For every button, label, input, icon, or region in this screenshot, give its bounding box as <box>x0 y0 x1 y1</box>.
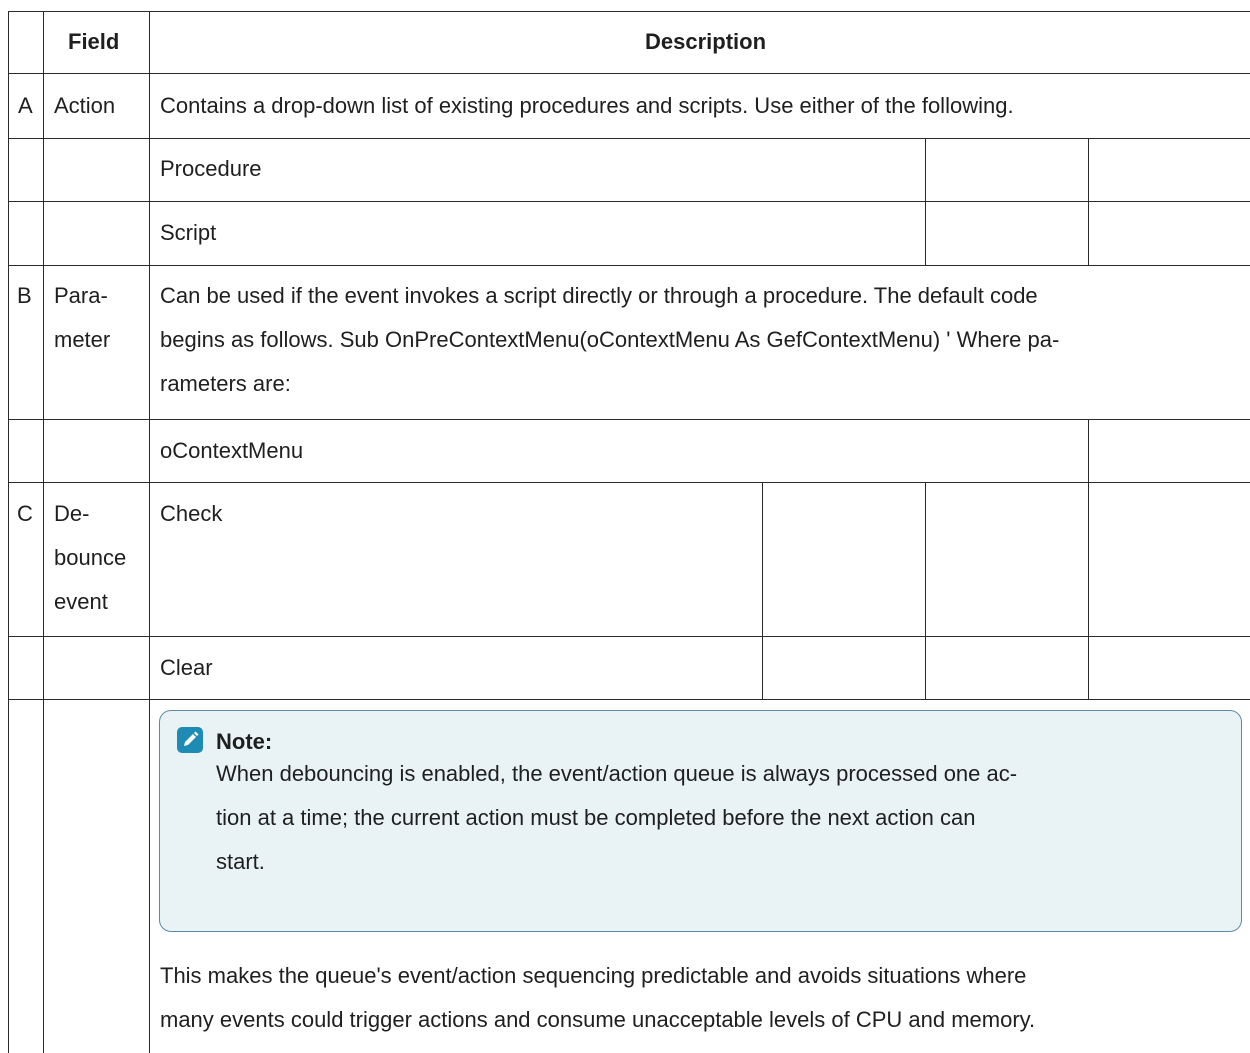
field-debounce-line1: De- <box>54 501 90 526</box>
field-debounce-line3: event <box>54 589 108 614</box>
procedure-option: Procedure <box>160 156 262 181</box>
field-debounce-line2: bounce <box>54 545 127 570</box>
description-column-header: Description <box>645 29 767 54</box>
note-body-line3: start. <box>216 849 265 874</box>
pencil-icon <box>177 727 203 753</box>
row-letter-c: C <box>17 501 33 526</box>
action-description: Contains a drop-down list of existing pr… <box>160 93 1014 118</box>
field-column-header: Field <box>68 29 120 54</box>
parameter-description-line3: rameters are: <box>160 371 291 396</box>
field-action: Action <box>54 93 116 118</box>
field-parameter-line1: Para- <box>54 283 108 308</box>
clear-option: Clear <box>160 655 213 680</box>
debounce-explanation-line1: This makes the queue's event/action sequ… <box>160 963 1027 988</box>
row-letter-a: A <box>18 93 33 118</box>
field-parameter-line2: meter <box>54 327 111 352</box>
parameter-description-line2: begins as follows. Sub OnPreContextMenu(… <box>160 327 1060 352</box>
ocontextmenu-parameter: oContextMenu <box>160 438 304 463</box>
parameter-description-line1: Can be used if the event invokes a scrip… <box>160 283 1038 308</box>
note-body-line2: tion at a time; the current action must … <box>216 805 976 830</box>
debounce-explanation-line2: many events could trigger actions and co… <box>160 1007 1036 1032</box>
script-option: Script <box>160 220 217 245</box>
row-letter-b: B <box>17 283 32 308</box>
check-option: Check <box>160 501 223 526</box>
note-body-line1: When debouncing is enabled, the event/ac… <box>216 761 1018 786</box>
